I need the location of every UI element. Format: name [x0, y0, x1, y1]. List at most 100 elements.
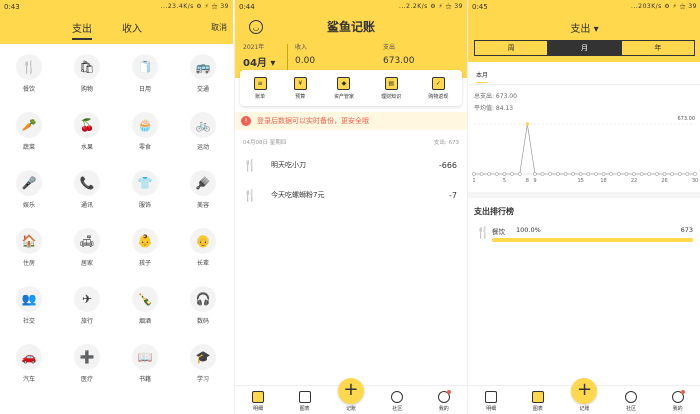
data-point[interactable] [647, 172, 652, 176]
type-tabs: 支出 收入 [72, 20, 142, 40]
category-label: 书籍 [138, 376, 151, 383]
category-item[interactable]: 🚗 汽车 [0, 342, 58, 400]
x-tick-label: 15 [578, 178, 584, 184]
data-point[interactable] [517, 172, 522, 176]
data-point[interactable] [578, 172, 583, 176]
tool-asset[interactable]: ◆ 资产管家 [334, 76, 354, 100]
rank-title: 支出排行榜 [474, 207, 514, 216]
tab-profile[interactable]: 我的 [663, 390, 693, 412]
category-item[interactable]: 🪮 美容 [174, 168, 232, 226]
shirt-icon: 👕 [132, 170, 158, 196]
data-point[interactable] [655, 172, 659, 176]
data-point[interactable] [677, 172, 682, 176]
tab-planet[interactable]: 社区 [616, 391, 646, 412]
category-item[interactable]: 🎧 数码 [174, 284, 232, 342]
rank-row[interactable]: 🍴 餐饮 100.0% 673 [474, 224, 695, 248]
category-item[interactable]: 🍾 烟酒 [116, 284, 174, 342]
data-point[interactable] [632, 172, 636, 176]
data-point[interactable] [594, 172, 598, 176]
category-label: 社交 [22, 318, 35, 325]
planet-icon [625, 391, 638, 403]
record-row[interactable]: 🍴 今天吃螺蛳粉7元 -7 [235, 180, 467, 210]
month-picker[interactable]: 04月 ▾ [243, 54, 275, 69]
tab-this-month[interactable]: 本月 [476, 70, 489, 83]
data-point[interactable] [533, 172, 537, 176]
data-point[interactable] [495, 172, 499, 176]
data-point[interactable] [571, 172, 575, 176]
data-point[interactable] [472, 172, 476, 176]
category-item[interactable]: 🎓 学习 [174, 342, 232, 400]
category-item[interactable]: 🛍 购物 [58, 52, 116, 110]
data-point[interactable] [662, 172, 667, 176]
category-item[interactable]: 🚲 运动 [174, 110, 232, 168]
tab-list[interactable]: 明细 [243, 391, 273, 412]
data-point[interactable] [487, 172, 492, 176]
category-item[interactable]: 📞 通讯 [58, 168, 116, 226]
tab-label: 我的 [672, 406, 683, 412]
data-point[interactable] [502, 172, 507, 176]
tab-expense[interactable]: 支出 [72, 20, 92, 40]
tab-chart[interactable]: 图表 [290, 391, 320, 412]
category-item[interactable]: 📖 书籍 [116, 342, 174, 400]
category-item[interactable]: ➕ 医疗 [58, 342, 116, 400]
tab-add[interactable]: + 记账 [336, 378, 366, 412]
tab-chart[interactable]: 图表 [523, 391, 553, 412]
data-point[interactable] [685, 172, 690, 176]
data-point[interactable] [624, 172, 629, 176]
data-point[interactable] [555, 172, 560, 176]
tab-add[interactable]: + 记账 [569, 378, 599, 412]
tab-list[interactable]: 明细 [476, 391, 506, 412]
segment-week[interactable]: 周 [475, 41, 547, 55]
notification-dot [446, 390, 451, 394]
category-item[interactable]: 🧁 零食 [116, 110, 174, 168]
data-point[interactable] [548, 172, 553, 176]
tab-label: 社区 [392, 406, 403, 412]
airplane-icon: ✈ [74, 286, 100, 312]
income-value: 0.00 [295, 56, 316, 66]
data-point[interactable] [693, 172, 697, 176]
category-item[interactable]: 👶 孩子 [116, 226, 174, 284]
day-header: 04月08日 星期四 支出: 673 [235, 134, 467, 150]
category-item[interactable]: 🛋 居家 [58, 226, 116, 284]
data-point[interactable] [639, 172, 644, 176]
login-warning[interactable]: ! 登录后数据可以实时备份，更安全哦 [235, 112, 467, 130]
tab-label: 社区 [626, 406, 637, 412]
data-point[interactable] [563, 172, 568, 176]
data-point[interactable] [510, 172, 514, 176]
tool-knowledge[interactable]: ▤ 理财知识 [381, 76, 401, 100]
segment-year[interactable]: 年 [620, 41, 694, 55]
expense-label: 支出 [383, 44, 396, 51]
category-item[interactable]: 🏠 住房 [0, 226, 58, 284]
category-label: 烟酒 [138, 318, 151, 325]
data-point[interactable] [601, 172, 606, 176]
category-item[interactable]: 🍴 餐饮 [0, 52, 58, 110]
category-item[interactable]: 👴 长辈 [174, 226, 232, 284]
tool-cashback[interactable]: ✓ 购物返现 [428, 76, 448, 100]
category-item[interactable]: 🚌 交通 [174, 52, 232, 110]
data-point[interactable] [616, 172, 621, 176]
type-header: 支出 收入 取消 [0, 14, 233, 44]
category-item[interactable]: 🥕 蔬菜 [0, 110, 58, 168]
data-point[interactable] [479, 172, 484, 176]
data-point[interactable] [525, 122, 530, 126]
data-point[interactable] [609, 172, 614, 176]
category-item[interactable]: 👕 服饰 [116, 168, 174, 226]
tab-income[interactable]: 收入 [122, 20, 142, 40]
category-item[interactable]: 🧻 日用 [116, 52, 174, 110]
data-point[interactable] [670, 172, 674, 176]
category-item[interactable]: ✈ 旅行 [58, 284, 116, 342]
category-item[interactable]: 🎤 娱乐 [0, 168, 58, 226]
x-tick-label: 8 [526, 178, 529, 184]
cancel-button[interactable]: 取消 [211, 22, 227, 33]
tool-bill[interactable]: ≡ 账单 [253, 76, 267, 100]
chart-type-picker[interactable]: 支出 ▾ [468, 20, 700, 35]
data-point[interactable] [586, 172, 591, 176]
category-item[interactable]: 🍒 水果 [58, 110, 116, 168]
tool-budget[interactable]: ¥ 预算 [293, 76, 307, 100]
segment-month[interactable]: 月 [547, 41, 621, 55]
category-item[interactable]: 👥 社交 [0, 284, 58, 342]
data-point[interactable] [540, 172, 545, 176]
tab-planet[interactable]: 社区 [382, 391, 412, 412]
tab-profile[interactable]: 我的 [429, 390, 459, 412]
record-row[interactable]: 🍴 明天吃小刀 -666 [235, 150, 467, 180]
